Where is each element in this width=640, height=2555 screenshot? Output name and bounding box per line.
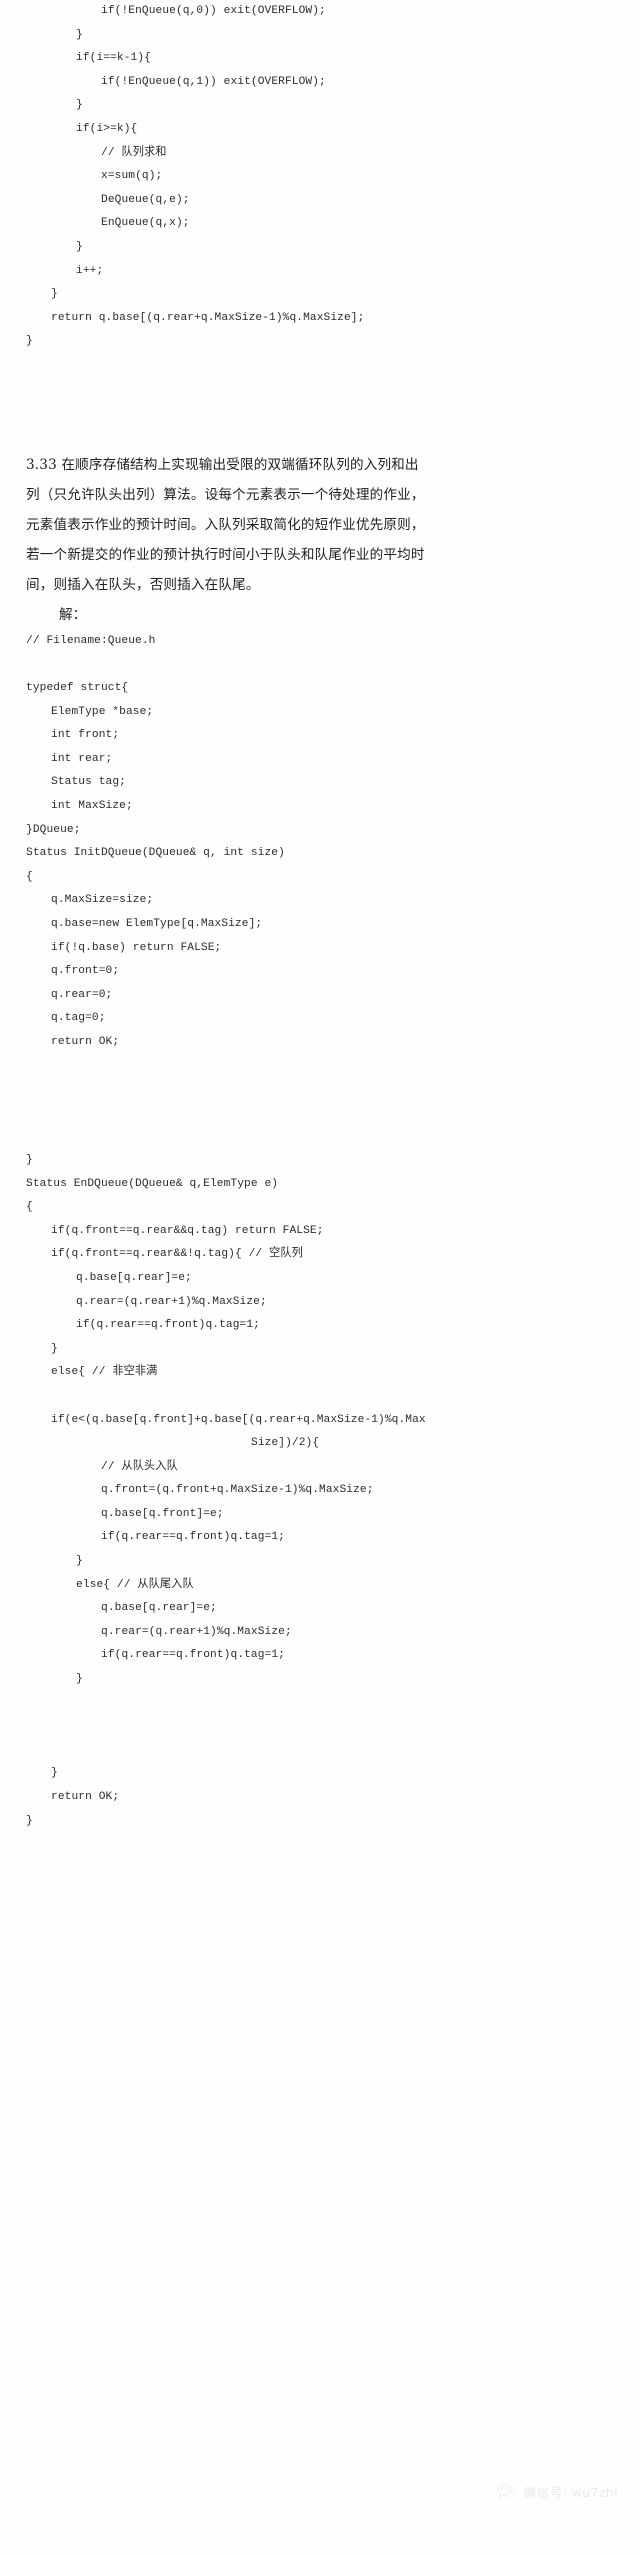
code-main-line [0, 1739, 640, 1763]
problem-line: 若一个新提交的作业的预计执行时间小于队头和队尾作业的平均时 [26, 546, 425, 563]
code-main-line: return OK; [51, 1036, 120, 1048]
code-main-line: // Filename:Queue.h [26, 634, 156, 647]
code-main-line: q.base=new ElemType[q.MaxSize]; [51, 918, 263, 931]
problem-line: 列（只允许队头出列）算法。设每个元素表示一个待处理的作业， [26, 486, 425, 503]
code-top-line: } [76, 28, 83, 41]
code-main-line: if(e<(q.base[q.front]+q.base[(q.rear+q.M… [51, 1413, 426, 1426]
code-top-line: EnQueue(q,x); [101, 217, 190, 230]
code-main-line: } [51, 1342, 58, 1355]
code-main-line: q.rear=(q.rear+1)%q.MaxSize; [76, 1295, 267, 1308]
code-main-line: } [76, 1555, 83, 1568]
code-block-top: if(!EnQueue(q,0)) exit(OVERFLOW);} if(i==… [0, 0, 640, 354]
code-main-line: Size])/2){ [251, 1437, 320, 1450]
code-main-line: int front; [51, 729, 120, 742]
code-main-line: q.base[q.rear]=e; [101, 1602, 217, 1615]
code-main-line: q.tag=0; [51, 1012, 106, 1025]
code-main-line: Status tag; [51, 776, 126, 789]
code-main-line: }DQueue; [26, 823, 81, 836]
code-main-line: else{ // 从队尾入队 [76, 1578, 194, 1591]
code-main-line: ElemType *base; [51, 705, 154, 718]
code-main-line: } [76, 1673, 83, 1686]
code-main-line: } [26, 1814, 33, 1827]
code-top-line: } [26, 335, 33, 348]
code-main-line: } [51, 1767, 58, 1780]
watermark-text: 微信号: wu7zhi [523, 2485, 618, 2500]
code-main-line: q.rear=0; [51, 988, 113, 1001]
problem-line: 元素值表示作业的预计时间。入队列采取简化的短作业优先原则， [26, 516, 425, 533]
code-top-line: } [76, 99, 83, 112]
problem-line: 3.33 在顺序存储结构上实现输出受限的双端循环队列的入列和出 [26, 456, 419, 473]
code-main-line [0, 1055, 640, 1079]
code-main-line: else{ // 非空非满 [51, 1366, 158, 1379]
document-page: if(!EnQueue(q,0)) exit(OVERFLOW);} if(i==… [0, 0, 640, 2555]
code-main-line [0, 1078, 640, 1102]
code-top-line: if(!EnQueue(q,1)) exit(OVERFLOW); [101, 75, 326, 88]
code-main-line [0, 1692, 640, 1716]
code-top-line: return q.base[(q.rear+q.MaxSize-1)%q.Max… [51, 311, 365, 324]
code-main-line: { [26, 1201, 33, 1214]
code-top-line: // 队列求和 [101, 146, 167, 159]
code-top-line: } [76, 240, 83, 253]
code-main-line: if(q.rear==q.front)q.tag=1; [76, 1319, 260, 1332]
answer-label: 解： [59, 606, 87, 623]
code-top-line: } [51, 288, 58, 301]
code-main-line [0, 1715, 640, 1739]
code-top-line: if(!EnQueue(q,0)) exit(OVERFLOW); [101, 5, 326, 17]
code-main-line [0, 654, 640, 678]
code-main-line: if(q.rear==q.front)q.tag=1; [101, 1649, 285, 1662]
code-main-line: q.MaxSize=size; [51, 894, 154, 907]
code-main-line: { [26, 870, 33, 883]
code-main-line [0, 1125, 640, 1149]
code-top-line: if(i==k-1){ [76, 52, 151, 65]
code-main-line: int MaxSize; [51, 800, 133, 813]
code-main-line: int rear; [51, 752, 113, 765]
code-main-line: if(!q.base) return FALSE; [51, 941, 222, 954]
code-main-line: // 从队头入队 [101, 1460, 178, 1473]
code-main-line [0, 1385, 640, 1409]
code-block-main: // Filename:Queue.h typedef struct{ ElemT… [0, 630, 640, 1833]
code-main-line: return OK; [51, 1791, 120, 1803]
code-main-line: Status EnDQueue(DQueue& q,ElemType e) [26, 1177, 279, 1190]
code-top-line: DeQueue(q,e); [101, 193, 190, 206]
code-main-line: q.front=(q.front+q.MaxSize-1)%q.MaxSize; [101, 1484, 374, 1497]
problem-statement: 3.33 在顺序存储结构上实现输出受限的双端循环队列的入列和出 列（只允许队头出列… [0, 450, 640, 600]
code-main-line: q.front=0; [51, 965, 120, 978]
code-main-line: typedef struct{ [26, 682, 129, 695]
code-main-line: if(q.front==q.rear&&!q.tag){ // 空队列 [51, 1248, 303, 1261]
code-main-line: q.base[q.front]=e; [101, 1507, 224, 1520]
watermark: 微信号: wu7zhi [497, 2482, 618, 2501]
code-top-line: if(i>=k){ [76, 122, 138, 135]
code-top-line: x=sum(q); [101, 170, 163, 183]
code-main-line: } [26, 1153, 33, 1166]
code-main-line: q.rear=(q.rear+1)%q.MaxSize; [101, 1625, 292, 1638]
code-main-line: q.base[q.rear]=e; [76, 1271, 192, 1284]
spacer-before-problem [0, 354, 640, 450]
code-main-line: if(q.front==q.rear&&q.tag) return FALSE; [51, 1224, 324, 1237]
wechat-icon [497, 2483, 517, 2500]
code-main-line: Status InitDQueue(DQueue& q, int size) [26, 847, 285, 860]
code-main-line: if(q.rear==q.front)q.tag=1; [101, 1531, 285, 1544]
problem-line: 间，则插入在队头，否则插入在队尾。 [26, 576, 260, 593]
code-main-line [0, 1102, 640, 1126]
code-top-line: i++; [76, 264, 104, 277]
